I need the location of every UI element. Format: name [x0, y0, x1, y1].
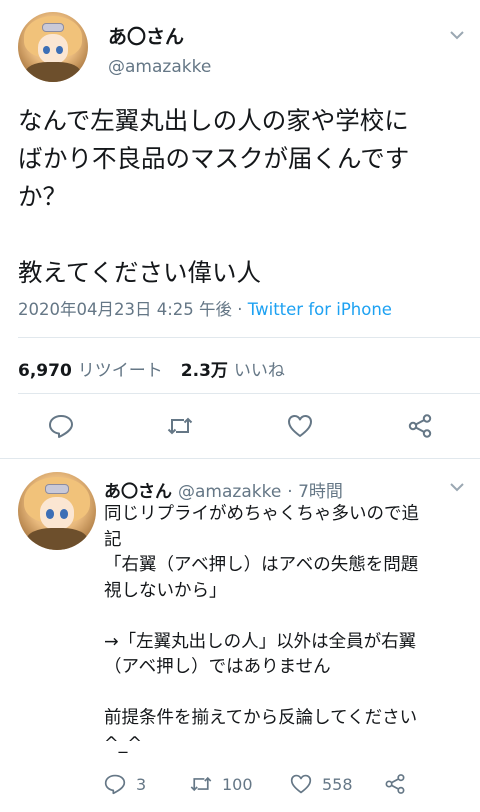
retweet-label: リツイート	[77, 361, 163, 381]
retweet-count: 6,970	[18, 361, 72, 381]
reply-icon	[104, 774, 126, 795]
tweet-text-line: か？	[18, 182, 67, 211]
tweet-text-line: なんで左翼丸出しの人の家や学校に	[18, 106, 409, 135]
tweet-stats: 6,970 リツイート 2.3万 いいね	[18, 356, 285, 381]
divider	[0, 458, 480, 459]
share-icon[interactable]	[407, 413, 433, 439]
reply-icon[interactable]	[48, 413, 74, 439]
share-button[interactable]	[384, 772, 406, 796]
avatar[interactable]	[18, 472, 96, 550]
reply-count: 3	[136, 774, 147, 794]
reply-text-line: （アベ押し）ではありません	[104, 657, 331, 677]
divider	[18, 337, 480, 338]
tweet-text-line: ばかり不良品のマスクが届くんです	[18, 144, 410, 173]
tweet-text: なんで左翼丸出しの人の家や学校に ばかり不良品のマスクが届くんです か？ 教えて…	[18, 102, 468, 292]
reply-text-line: 前提条件を揃えてから反論してください	[104, 708, 418, 728]
tweet-actions	[0, 405, 480, 449]
reply-tweet[interactable]: あ〇さん @amazakke · 7時間 同じリプライがめちゃくちゃ多いので追 記 …	[0, 460, 480, 812]
retweet-icon[interactable]	[167, 413, 193, 439]
timestamp[interactable]: 2020年04月23日 4:25 午後	[18, 300, 232, 319]
like-label: いいね	[233, 361, 285, 381]
reply-text-line: ^_^	[104, 733, 143, 754]
heart-icon[interactable]	[287, 413, 313, 439]
reply-text: 同じリプライがめちゃくちゃ多いので追 記 「右翼（アベ押し）はアベの失態を問題 …	[104, 502, 464, 757]
retweet-icon	[190, 776, 212, 792]
reply-text-line: →「左翼丸出しの人」以外は全員が右翼	[104, 631, 417, 652]
user-handle[interactable]: @amazakke	[108, 57, 211, 77]
display-name[interactable]: あ〇さん	[108, 22, 184, 49]
reply-text-line: 同じリプライがめちゃくちゃ多いので追	[104, 504, 419, 524]
retweet-button[interactable]: 100	[190, 772, 253, 796]
reply-header: あ〇さん @amazakke · 7時間	[104, 477, 343, 502]
chevron-down-icon[interactable]	[450, 30, 464, 40]
reply-text-line: 「右翼（アベ押し）はアベの失態を問題	[104, 555, 419, 575]
reply-text-line: 視しないから」	[104, 580, 227, 601]
chevron-down-icon[interactable]	[450, 482, 464, 492]
retweet-count: 100	[222, 774, 253, 794]
reply-text-line: 記	[104, 529, 122, 550]
avatar[interactable]	[18, 12, 88, 82]
like-count: 2.3万	[180, 361, 228, 381]
main-tweet: あ〇さん @amazakke なんで左翼丸出しの人の家や学校に ばかり不良品のマ…	[0, 0, 480, 458]
time-ago: · 7時間	[287, 482, 343, 502]
heart-icon	[290, 774, 312, 794]
tweet-source[interactable]: Twitter for iPhone	[248, 300, 392, 319]
share-icon	[385, 774, 405, 794]
reply-actions: 3 100 558	[104, 772, 464, 802]
like-count: 558	[322, 774, 353, 794]
display-name[interactable]: あ〇さん	[104, 482, 172, 502]
tweet-text-line: 教えてください偉い人	[18, 258, 262, 287]
tweet-meta: 2020年04月23日 4:25 午後 · Twitter for iPhone	[18, 296, 392, 320]
meta-separator: ·	[232, 300, 248, 319]
divider	[18, 393, 480, 394]
retweet-stat[interactable]: 6,970 リツイート	[18, 361, 163, 381]
user-handle[interactable]: @amazakke	[178, 482, 281, 502]
like-button[interactable]: 558	[290, 772, 353, 796]
like-stat[interactable]: 2.3万 いいね	[181, 361, 285, 381]
reply-button[interactable]: 3	[104, 772, 146, 796]
